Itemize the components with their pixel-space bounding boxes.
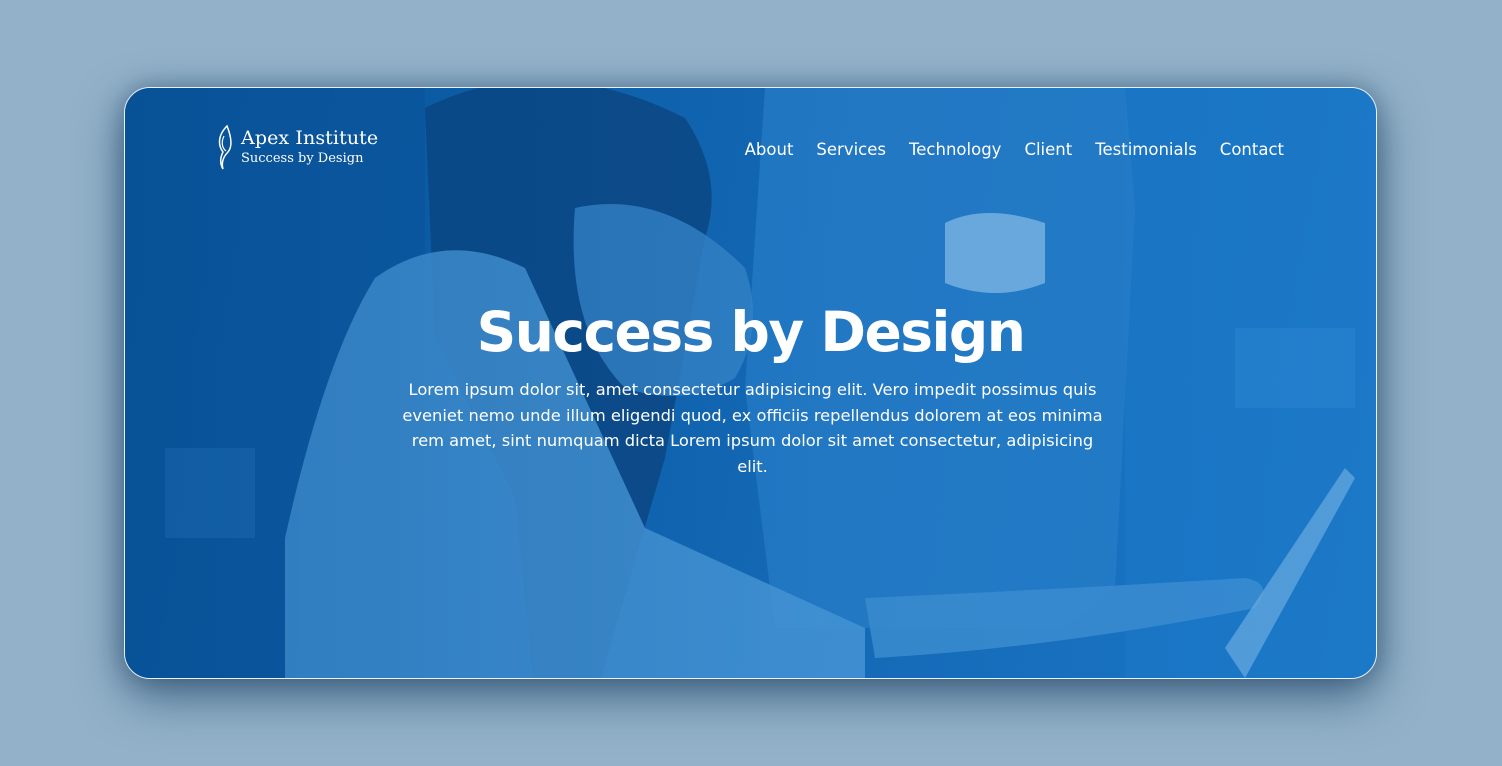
nav-link-about[interactable]: About: [745, 140, 794, 159]
nav-link-testimonials[interactable]: Testimonials: [1095, 140, 1197, 159]
flame-swoosh-icon: [218, 124, 232, 170]
hero-card: Apex Institute Success by Design About S…: [124, 87, 1377, 679]
brand-text: Apex Institute Success by Design: [241, 127, 379, 166]
nav-link-client[interactable]: Client: [1024, 140, 1072, 159]
hero-description: Lorem ipsum dolor sit, amet consectetur …: [402, 380, 1103, 476]
main-nav: About Services Technology Client Testimo…: [745, 140, 1284, 159]
nav-link-services[interactable]: Services: [816, 140, 886, 159]
brand-logo[interactable]: Apex Institute Success by Design: [215, 124, 378, 170]
nav-link-contact[interactable]: Contact: [1220, 140, 1284, 159]
hero-title: Success by Design: [476, 300, 1026, 364]
nav-link-technology[interactable]: Technology: [909, 140, 1001, 159]
brand-tagline: Success by Design: [241, 151, 364, 166]
brand-name: Apex Institute: [241, 127, 379, 149]
